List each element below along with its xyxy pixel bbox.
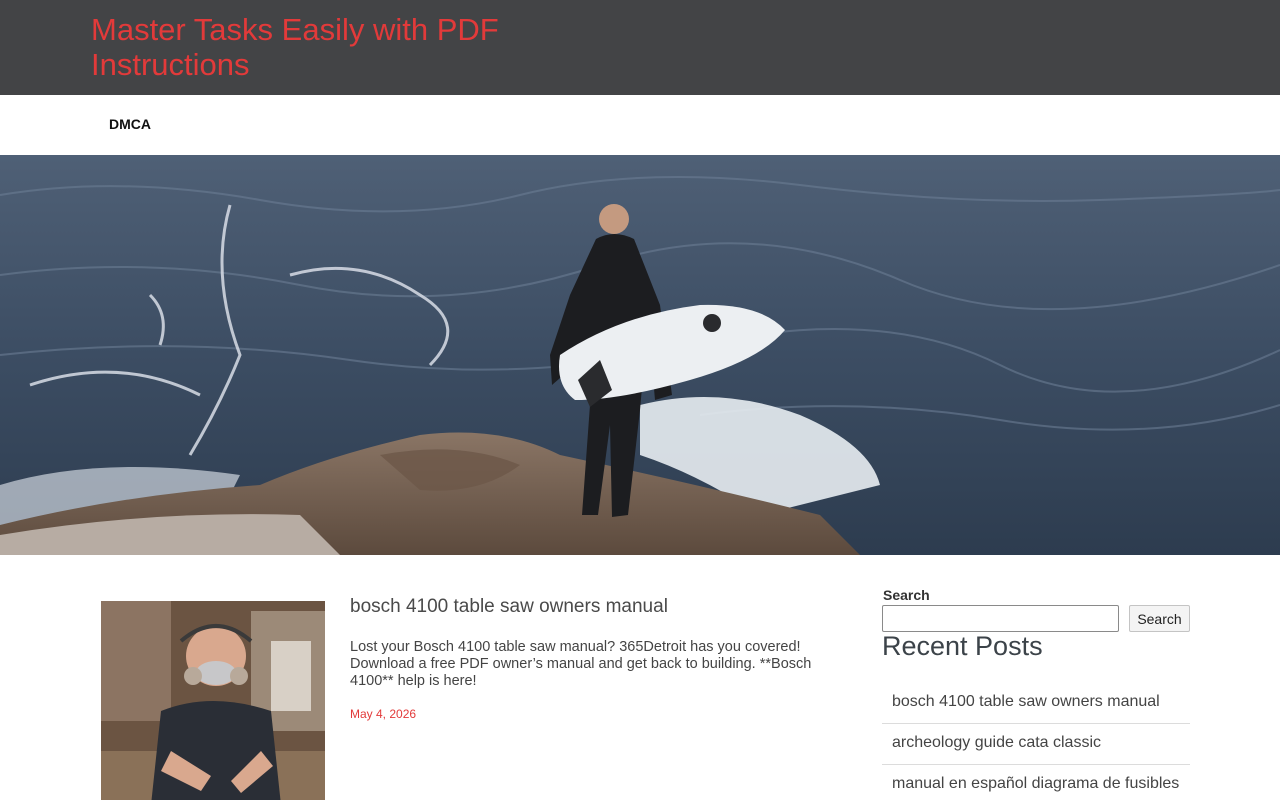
search-label: Search — [883, 587, 930, 603]
list-item: bosch 4100 table saw owners manual — [882, 683, 1190, 724]
recent-posts-list: bosch 4100 table saw owners manual arche… — [882, 683, 1190, 800]
list-item: archeology guide cata classic — [882, 724, 1190, 765]
woodworker-illustration — [101, 601, 325, 800]
hero-image — [0, 155, 1280, 555]
site-header: Master Tasks Easily with PDF Instruction… — [0, 0, 1280, 95]
main-content: bosch 4100 table saw owners manual Lost … — [0, 555, 1280, 800]
recent-posts-heading: Recent Posts — [882, 631, 1043, 661]
nav-item-dmca[interactable]: DMCA — [109, 116, 151, 132]
post-excerpt: Lost your Bosch 4100 table saw manual? 3… — [350, 639, 812, 689]
main-navigation: DMCA — [0, 95, 1280, 155]
search-input[interactable] — [882, 605, 1119, 632]
post-date-link[interactable]: May 4, 2026 — [350, 707, 416, 721]
search-button[interactable]: Search — [1129, 605, 1190, 632]
post-thumbnail-image[interactable] — [101, 601, 325, 800]
recent-post-link[interactable]: archeology guide cata classic — [892, 734, 1101, 751]
recent-post-link[interactable]: manual en español diagrama de fusibles — [892, 775, 1179, 792]
post-title-link[interactable]: bosch 4100 table saw owners manual — [350, 596, 668, 618]
recent-post-link[interactable]: bosch 4100 table saw owners manual — [892, 693, 1160, 710]
site-title-link[interactable]: Master Tasks Easily with PDF Instruction… — [91, 12, 561, 82]
surfer-hero-illustration — [0, 155, 1280, 555]
sidebar: Search Search Recent Posts bosch 4100 ta… — [882, 555, 1190, 800]
list-item: manual en español diagrama de fusibles — [882, 765, 1190, 800]
